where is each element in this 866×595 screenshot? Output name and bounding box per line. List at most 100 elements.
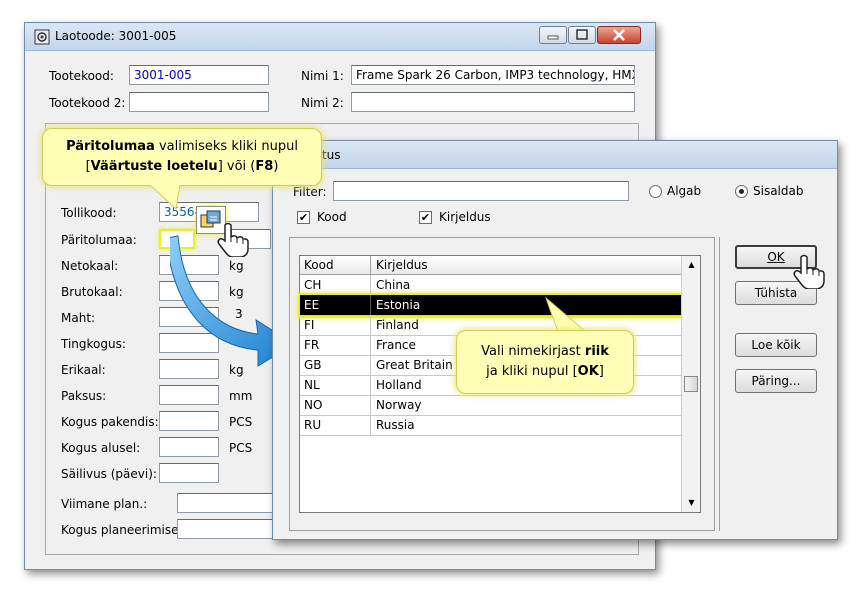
checkbox-kood-label: Kood	[317, 210, 347, 224]
row-desc: China	[376, 278, 411, 292]
erikaal-label: Erikaal:	[61, 363, 106, 377]
callout-bold-term: Päritolumaa	[66, 139, 155, 154]
radio-sisaldab[interactable]	[735, 185, 748, 198]
radio-algab[interactable]	[649, 185, 662, 198]
callout-bottom-pointer	[544, 296, 588, 333]
scroll-thumb[interactable]	[684, 376, 698, 392]
viimane-plan-field[interactable]	[177, 493, 277, 513]
kogus-pakendis-label: Kogus pakendis:	[61, 415, 159, 429]
list-scrollbar[interactable]: ▲ ▼	[681, 256, 700, 512]
row-desc: Estonia	[376, 298, 421, 312]
row-desc: Great Britain	[376, 358, 453, 372]
nimi1-field[interactable]: Frame Spark 26 Carbon, IMP3 technology, …	[351, 65, 635, 85]
filter-label: Filter:	[293, 185, 327, 199]
list-row[interactable]: NO Norway	[300, 395, 681, 416]
callout-top-line2: [Väärtuste loetelu] või (F8)	[43, 157, 321, 177]
list-row[interactable]: RU Russia	[300, 415, 681, 436]
row-code: NO	[304, 398, 323, 412]
paritolumaa-label: Päritolumaa:	[61, 233, 137, 247]
column-header-kirjeldus[interactable]: Kirjeldus	[376, 258, 428, 272]
ok-button-label: OK	[767, 250, 785, 264]
tollikood-label: Tollikood:	[61, 206, 117, 220]
row-desc: Holland	[376, 378, 422, 392]
list-header: Kood Kirjeldus	[300, 256, 681, 275]
callout-bottom-line2: ja kliki nupul [OK]	[457, 362, 633, 382]
sailivus-field[interactable]	[159, 463, 219, 483]
close-button[interactable]	[597, 26, 641, 44]
paring-button-label: Päring...	[751, 374, 801, 388]
loe-koik-button-label: Loe kõik	[751, 338, 801, 352]
row-desc: France	[376, 338, 416, 352]
kogus-planeerimisel-field[interactable]	[177, 519, 277, 539]
column-header-kood[interactable]: Kood	[304, 258, 334, 272]
checkbox-kirjeldus-label: Kirjeldus	[439, 210, 491, 224]
list-row-selected[interactable]: EE Estonia	[298, 293, 683, 318]
tootekood-field[interactable]: 3001-005	[129, 65, 269, 85]
row-code: RU	[304, 418, 322, 432]
kogus-planeerimisel-label: Kogus planeerimisel:	[61, 523, 186, 537]
kogus-alusel-unit: PCS	[229, 441, 253, 455]
checkbox-kirjeldus[interactable]: ✔	[419, 211, 432, 224]
main-window-title: Laotoode: 3001-005	[55, 29, 177, 43]
viimane-plan-label: Viimane plan.:	[61, 497, 148, 511]
tingkogus-label: Tingkogus:	[61, 337, 126, 351]
row-code: NL	[304, 378, 320, 392]
tootekood2-label: Tootekood 2:	[49, 96, 126, 110]
checkbox-kood[interactable]: ✔	[297, 211, 310, 224]
filter-input[interactable]	[333, 181, 629, 201]
callout-bottom-line1: Vali nimekirjast riik	[457, 342, 633, 362]
sailivus-label: Säilivus (päevi):	[61, 467, 157, 481]
callout-top-pointer	[150, 185, 181, 210]
maximize-button[interactable]	[568, 26, 596, 44]
callout-text: Vali nimekirjast	[481, 344, 585, 359]
row-desc: Russia	[376, 418, 415, 432]
instruction-callout-top: Päritolumaa valimiseks kliki nupul [Väär…	[42, 128, 322, 186]
tootekood-label: Tootekood:	[49, 69, 114, 83]
nimi2-label: Nimi 2:	[301, 96, 344, 110]
list-row[interactable]: CH China	[300, 275, 681, 296]
scroll-up-icon[interactable]: ▲	[682, 256, 701, 274]
header-separator	[370, 256, 371, 275]
callout-bold-term: riik	[584, 344, 609, 359]
nimi1-value: Frame Spark 26 Carbon, IMP3 technology, …	[356, 68, 635, 82]
radio-sisaldab-label: Sisaldab	[753, 184, 804, 198]
row-code: GB	[304, 358, 322, 372]
row-code: FR	[304, 338, 320, 352]
minimize-button[interactable]	[539, 26, 567, 44]
app-icon	[34, 29, 50, 45]
tootekood2-field[interactable]	[129, 92, 269, 112]
main-titlebar: Laotoode: 3001-005	[25, 23, 655, 51]
paksus-label: Paksus:	[61, 389, 107, 403]
callout-bold-term: OK	[577, 364, 599, 379]
callout-top-line1: Päritolumaa valimiseks kliki nupul	[43, 137, 321, 157]
callout-text: ] või (	[217, 159, 256, 174]
callout-text: ]	[598, 364, 604, 379]
callout-text: valimiseks kliki nupul	[154, 139, 298, 154]
callout-text: ja kliki nupul [	[486, 364, 578, 379]
callout-bold-term: Väärtuste loetelu	[90, 159, 218, 174]
row-code: FI	[304, 318, 315, 332]
kogus-alusel-field[interactable]	[159, 437, 219, 457]
nimi2-field[interactable]	[351, 92, 635, 112]
hand-cursor-icon	[791, 253, 825, 290]
callout-key: F8	[255, 159, 274, 174]
kogus-pakendis-field[interactable]	[159, 411, 219, 431]
dialog-titlebar: rtus	[273, 141, 837, 169]
tootekood-value: 3001-005	[134, 68, 192, 82]
instruction-callout-bottom: Vali nimekirjast riik ja kliki nupul [OK…	[456, 330, 634, 394]
scroll-down-icon[interactable]: ▼	[682, 494, 701, 512]
radio-algab-label: Algab	[667, 184, 702, 198]
paksus-field[interactable]	[159, 385, 219, 405]
kogus-pakendis-unit: PCS	[229, 415, 253, 429]
brutokaal-label: Brutokaal:	[61, 285, 123, 299]
row-desc: Finland	[376, 318, 419, 332]
callout-text: )	[273, 159, 279, 174]
paksus-unit: mm	[229, 389, 253, 403]
row-code: CH	[304, 278, 322, 292]
row-code: EE	[304, 298, 320, 312]
row-desc: Norway	[376, 398, 422, 412]
netokaal-label: Netokaal:	[61, 259, 119, 273]
loe-koik-button[interactable]: Loe kõik	[735, 333, 817, 357]
paring-button[interactable]: Päring...	[735, 369, 817, 393]
maht-label: Maht:	[61, 311, 96, 325]
